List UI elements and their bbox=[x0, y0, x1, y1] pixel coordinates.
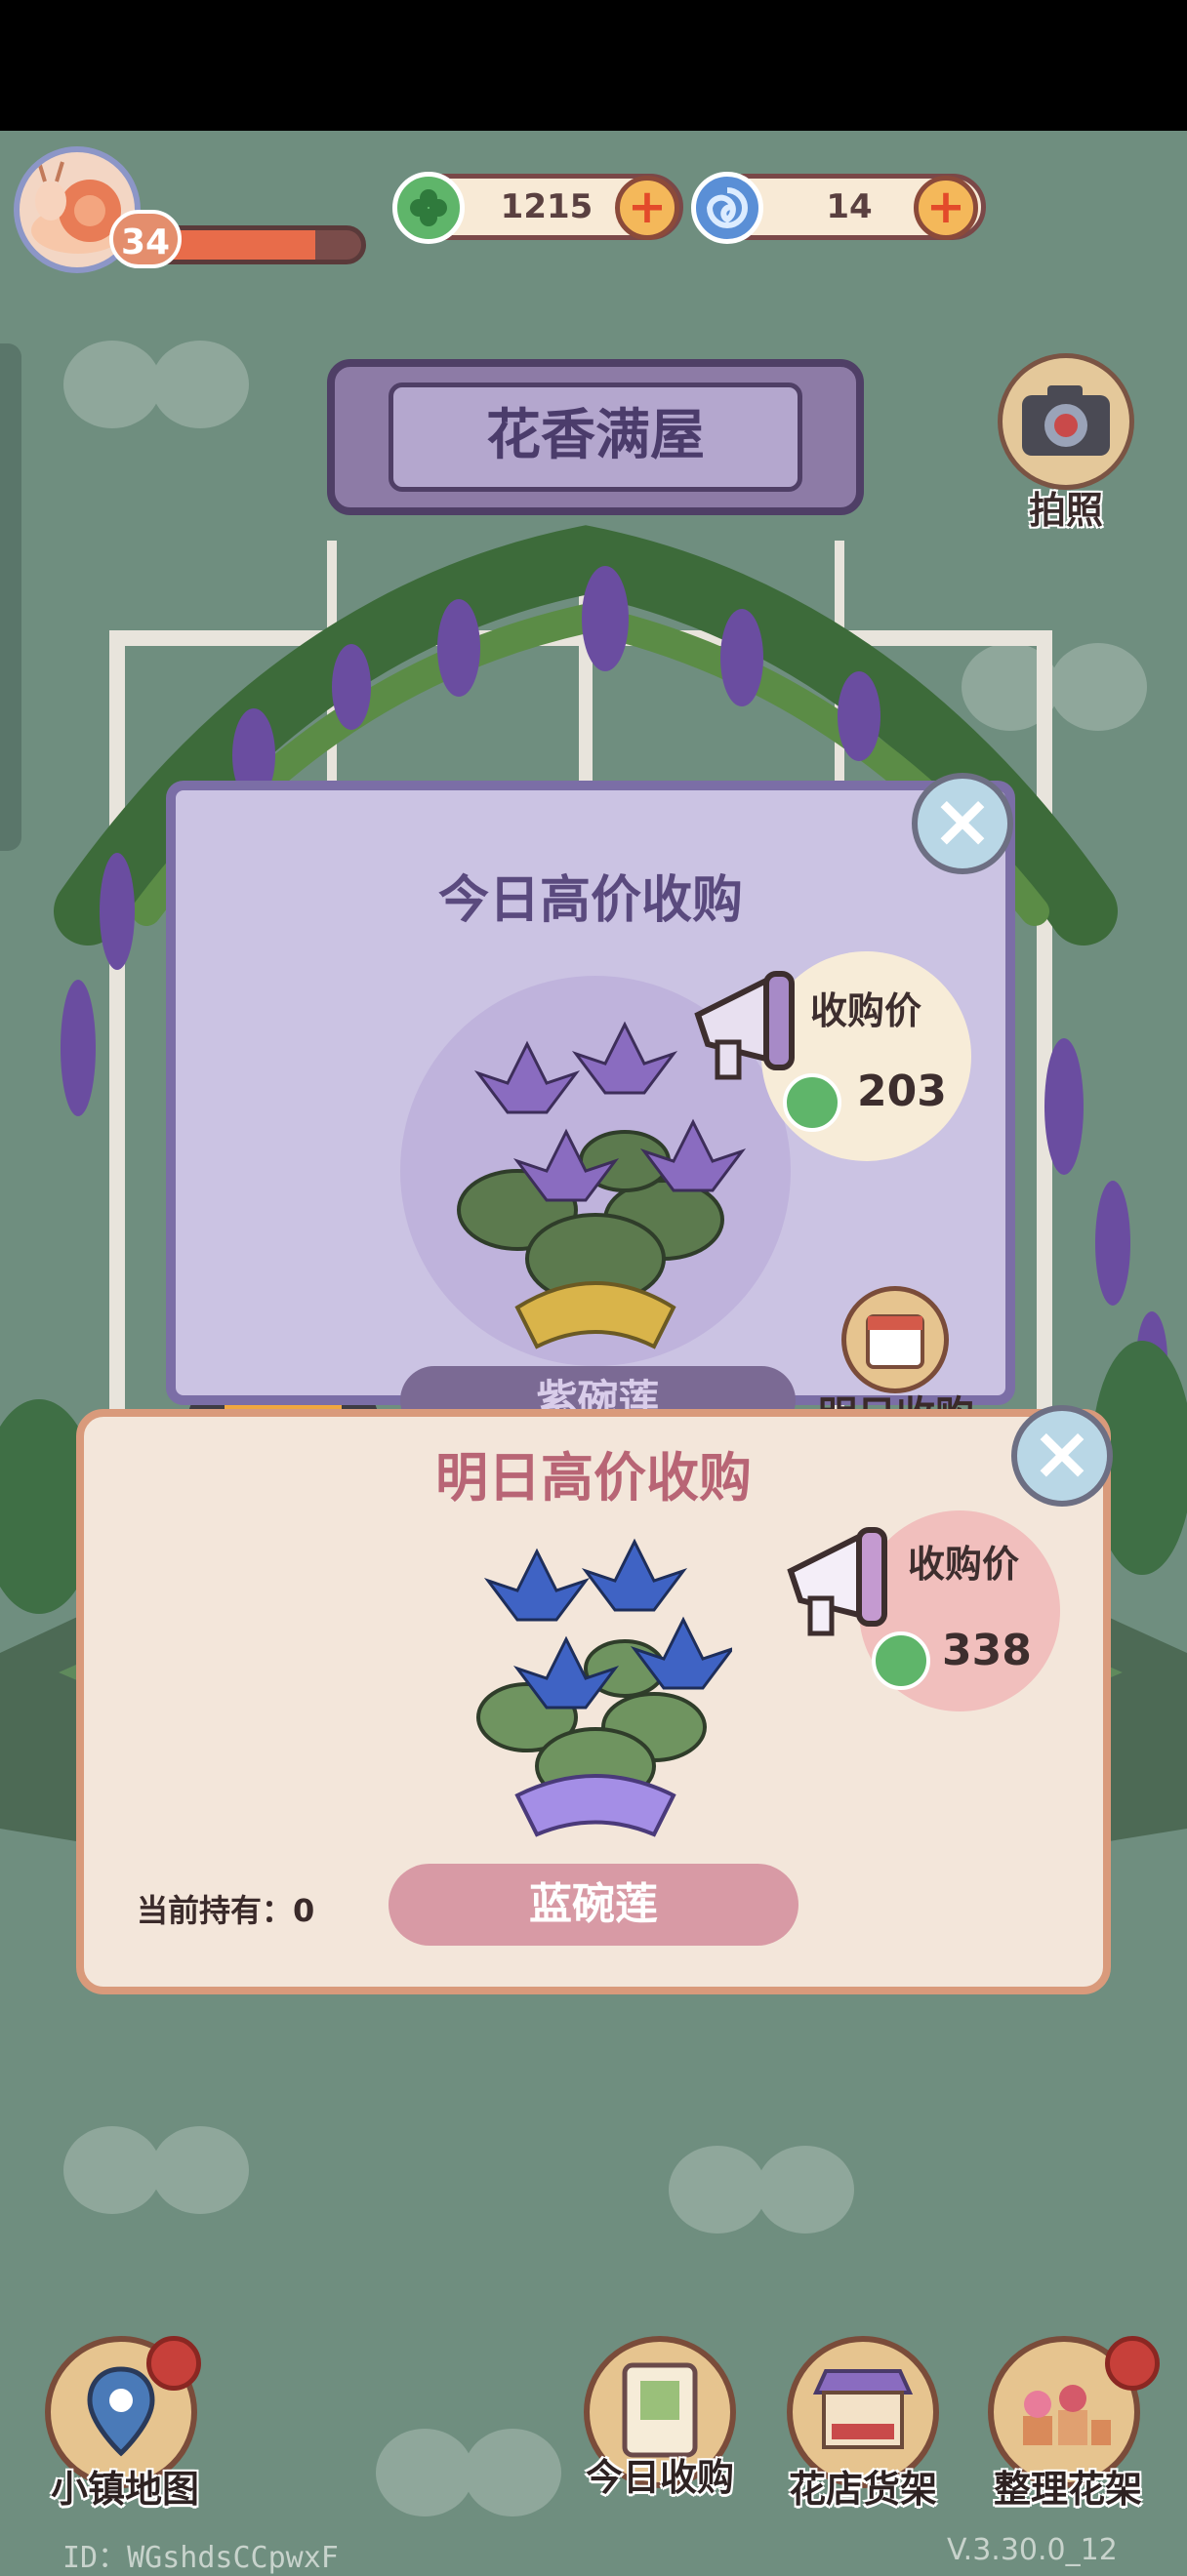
camera-button[interactable] bbox=[998, 353, 1134, 490]
camera-icon bbox=[1022, 385, 1110, 456]
blue-swirl-gem-icon bbox=[691, 172, 763, 244]
notification-dot bbox=[1105, 2336, 1160, 2391]
player-level-badge: 34 bbox=[109, 210, 182, 268]
current-holding-label: 当前持有：0 bbox=[137, 1892, 315, 1929]
clover-coin-icon bbox=[783, 1073, 841, 1132]
today-price-label: 收购价 bbox=[810, 989, 922, 1032]
tomorrow-plant-name: 蓝碗莲 bbox=[389, 1864, 798, 1946]
bow-decoration bbox=[669, 2146, 854, 2234]
bow-decoration bbox=[63, 341, 249, 428]
blue-lotus-icon bbox=[476, 1538, 732, 1837]
today-price-value: 203 bbox=[857, 1067, 947, 1116]
clover-coin-icon bbox=[872, 1631, 930, 1690]
user-id: ID：WGshdsCCpwxF bbox=[62, 2541, 339, 2575]
close-tomorrow-panel-button[interactable]: × bbox=[1011, 1405, 1113, 1507]
tomorrow-purchase-button[interactable] bbox=[841, 1286, 949, 1393]
app-version: V.3.30.0_12 bbox=[947, 2533, 1118, 2567]
town-map-label[interactable]: 小镇地图 bbox=[18, 2459, 232, 2513]
tomorrow-panel-title: 明日高价收购 bbox=[435, 1447, 752, 1509]
bow-decoration bbox=[376, 2429, 561, 2516]
bow-decoration bbox=[63, 2126, 249, 2214]
arrange-shelf-label[interactable]: 整理花架 bbox=[961, 2459, 1175, 2513]
shop-title: 花香满屋 bbox=[389, 382, 802, 492]
close-today-panel-button[interactable]: × bbox=[912, 773, 1013, 874]
tomorrow-price-value: 338 bbox=[942, 1626, 1032, 1675]
tomorrow-price-label: 收购价 bbox=[908, 1543, 1020, 1586]
megaphone-icon bbox=[694, 971, 795, 1080]
today-panel-title: 今日高价收购 bbox=[437, 871, 743, 930]
add-gem-button[interactable]: + bbox=[914, 176, 978, 240]
today-purchase-nav-label[interactable]: 今日收购 bbox=[553, 2447, 767, 2501]
clover-coin-icon bbox=[392, 172, 465, 244]
shop-shelf-label[interactable]: 花店货架 bbox=[756, 2459, 970, 2513]
notification-dot bbox=[146, 2336, 201, 2391]
add-clover-button[interactable]: + bbox=[615, 176, 679, 240]
megaphone-icon bbox=[787, 1527, 887, 1636]
calendar-icon bbox=[866, 1314, 924, 1369]
camera-label: 拍照 bbox=[1028, 489, 1103, 532]
